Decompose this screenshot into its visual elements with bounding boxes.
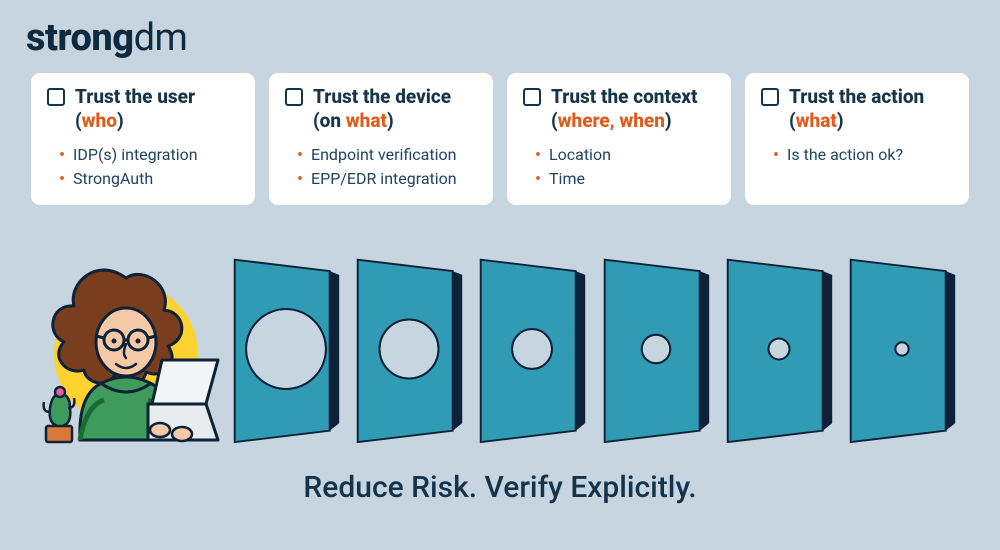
card-bullets: IDP(s) integration StrongAuth	[73, 143, 239, 191]
bullet: Location	[549, 143, 715, 167]
card-trust-action: Trust the action (what) Is the action ok…	[744, 72, 970, 206]
card-bullets: Location Time	[549, 143, 715, 191]
filter-panel-3	[474, 254, 590, 444]
card-title: Trust the action (what)	[789, 85, 924, 133]
card-title: Trust the user (who)	[75, 85, 195, 133]
card-paren-pre: (on	[313, 109, 346, 132]
card-emph: who	[82, 109, 117, 132]
filter-panel-1	[228, 254, 344, 444]
filter-panel-5	[721, 254, 837, 444]
card-paren-pre: (	[75, 109, 82, 132]
card-title: Trust the device (on what)	[313, 85, 451, 133]
card-emph: where, when	[558, 109, 665, 132]
card-title-main: Trust the user	[75, 85, 195, 108]
card-paren-pre: (	[551, 109, 558, 132]
card-title-main: Trust the action	[789, 85, 924, 108]
card-paren-post: )	[387, 109, 394, 132]
panels-sequence	[228, 234, 960, 444]
illustration-row	[40, 222, 960, 444]
checkbox-icon	[761, 88, 779, 106]
card-paren-post: )	[665, 109, 672, 132]
bullet: StrongAuth	[73, 167, 239, 191]
tagline: Reduce Risk. Verify Explicitly.	[0, 470, 1000, 505]
bullet: IDP(s) integration	[73, 143, 239, 167]
brand-logo: strongdm	[26, 16, 187, 60]
user-illustration	[40, 244, 220, 444]
trust-cards-row: Trust the user (who) IDP(s) integration …	[30, 72, 970, 206]
card-bullets: Endpoint verification EPP/EDR integratio…	[311, 143, 477, 191]
card-bullets: Is the action ok?	[787, 143, 953, 167]
card-paren-post: )	[837, 109, 844, 132]
checkbox-icon	[523, 88, 541, 106]
card-trust-device: Trust the device (on what) Endpoint veri…	[268, 72, 494, 206]
bullet: Time	[549, 167, 715, 191]
card-title: Trust the context (where, when)	[551, 85, 698, 133]
card-paren-pre: (	[789, 109, 796, 132]
brand-strong: strong	[26, 16, 134, 60]
card-trust-context: Trust the context (where, when) Location…	[506, 72, 732, 206]
bullet: Endpoint verification	[311, 143, 477, 167]
card-emph: what	[796, 109, 837, 132]
filter-panel-2	[351, 254, 467, 444]
checkbox-icon	[47, 88, 65, 106]
bullet: EPP/EDR integration	[311, 167, 477, 191]
bullet: Is the action ok?	[787, 143, 953, 167]
brand-rest: dm	[134, 16, 188, 60]
filter-panel-4	[598, 254, 714, 444]
card-title-main: Trust the device	[313, 85, 451, 108]
card-title-main: Trust the context	[551, 85, 698, 108]
filter-panel-6	[844, 254, 960, 444]
card-paren-post: )	[117, 109, 124, 132]
card-emph: what	[346, 109, 387, 132]
card-trust-user: Trust the user (who) IDP(s) integration …	[30, 72, 256, 206]
checkbox-icon	[285, 88, 303, 106]
